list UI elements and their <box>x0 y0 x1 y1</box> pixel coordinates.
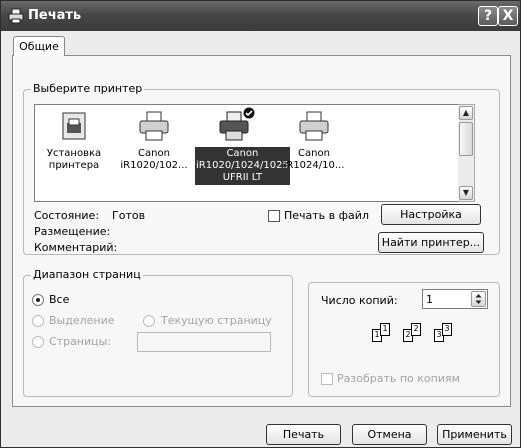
collate-checkbox[interactable] <box>321 373 333 385</box>
status-label: Состояние: <box>34 209 100 222</box>
scroll-up-icon[interactable]: ▲ <box>459 106 473 120</box>
copies-value: 1 <box>426 293 433 306</box>
print-to-file-checkbox[interactable] <box>268 210 280 222</box>
add-printer-icon <box>57 109 91 143</box>
print-button[interactable]: Печать <box>266 424 341 445</box>
printer-item-add[interactable]: Установка принтера <box>35 109 113 173</box>
preferences-button[interactable]: Настройка <box>381 204 481 225</box>
printer-item-label: Canon iR1020/102... <box>120 148 188 171</box>
window-title: Печать <box>28 8 82 23</box>
help-button[interactable]: ? <box>478 6 498 26</box>
range-pages-radio[interactable] <box>32 336 44 348</box>
title-bar[interactable]: Печать ? X <box>1 1 520 31</box>
range-selection-radio[interactable] <box>32 315 44 327</box>
page-1b-icon: 1 <box>380 323 390 336</box>
printer-item-canon-1[interactable]: Canon iR1020/102... <box>115 109 193 173</box>
stepper-arrows-icon[interactable] <box>471 291 486 307</box>
range-selection-label[interactable]: Выделение <box>49 314 115 327</box>
printer-icon <box>217 107 255 143</box>
printer-group-legend: Выберите принтер <box>31 82 145 95</box>
copies-group: Число копий: 1 1 1 2 2 3 3 Разобрать по … <box>308 282 500 397</box>
range-current-page-label[interactable]: Текущую страницу <box>161 314 272 327</box>
tab-panel-general: Выберите принтер Установка принтера Cano… <box>12 55 511 407</box>
printer-item-label: Canon iR1024/10... <box>283 148 345 171</box>
printer-icon <box>8 8 24 24</box>
apply-button[interactable]: Применить <box>437 424 512 445</box>
page-2b-icon: 2 <box>411 323 421 336</box>
print-to-file-label[interactable]: Печать в файл <box>284 209 369 222</box>
scroll-thumb[interactable] <box>459 122 473 156</box>
status-value: Готов <box>112 209 146 222</box>
print-dialog: Печать ? X Общие Выберите принтер Устано… <box>0 0 521 448</box>
printer-list-scrollbar[interactable]: ▲ ▼ <box>458 104 475 202</box>
page-3b-icon: 3 <box>442 323 452 336</box>
default-check-icon <box>243 107 255 119</box>
cancel-button[interactable]: Отмена <box>352 424 427 445</box>
printer-icon <box>137 109 171 143</box>
printer-icon <box>297 109 331 143</box>
range-pages-label[interactable]: Страницы: <box>49 335 111 348</box>
printer-item-canon-default[interactable]: Canon iR1020/1024/1025 UFRII LT <box>195 107 290 185</box>
printer-group: Выберите принтер Установка принтера Cano… <box>23 82 500 255</box>
scroll-down-icon[interactable]: ▼ <box>459 186 473 200</box>
range-pages-input[interactable] <box>137 332 271 352</box>
printer-list[interactable]: Установка принтера Canon iR1020/102... C… <box>34 104 468 202</box>
location-label: Размещение: <box>34 225 111 238</box>
range-all-label[interactable]: Все <box>49 293 69 306</box>
copies-stepper[interactable]: 1 <box>422 289 488 309</box>
close-button[interactable]: X <box>498 6 518 26</box>
page-range-group: Диапазон страниц Все Выделение Текущую с… <box>23 268 293 397</box>
collate-label[interactable]: Разобрать по копиям <box>337 372 460 385</box>
printer-item-label: Установка принтера <box>46 148 102 171</box>
range-all-radio[interactable] <box>32 294 44 306</box>
comment-label: Комментарий: <box>34 241 118 254</box>
tab-general[interactable]: Общие <box>13 36 65 56</box>
copies-label: Число копий: <box>321 294 398 307</box>
page-range-legend: Диапазон страниц <box>31 268 143 281</box>
find-printer-button[interactable]: Найти принтер... <box>378 232 484 253</box>
range-current-page-radio[interactable] <box>143 315 155 327</box>
printer-item-canon-3[interactable]: Canon iR1024/10... <box>275 109 353 173</box>
